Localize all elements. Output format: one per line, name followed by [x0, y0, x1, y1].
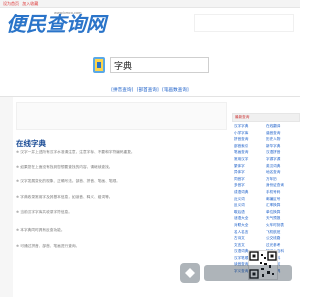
sidebar-link[interactable]: 火车时刻表	[266, 222, 296, 229]
sidebar-link[interactable]: 身份证查询	[266, 182, 296, 189]
sidebar-title: 最新查询	[235, 115, 250, 119]
logo-domain: www.bmcx.com	[54, 11, 82, 15]
sidebar-link[interactable]: 古诗文	[234, 235, 264, 242]
paragraph-5: ※ 当前汉字字库共收录字符信息。	[16, 210, 72, 214]
sidebar-link[interactable]: 近义词	[234, 196, 264, 203]
page-title: 在线字典	[16, 139, 46, 148]
sidebar-link[interactable]: 常用汉字	[234, 156, 264, 163]
sidebar-header: 最新查询	[232, 113, 300, 122]
sidebar-link[interactable]: 对联大全	[234, 222, 264, 229]
sidebar-link[interactable]: 万年历	[266, 176, 296, 183]
sidebar-link[interactable]: 异体字	[234, 169, 264, 176]
query-type-links: [拼音查询] [部首查询] [笔画数查询]	[0, 87, 300, 93]
sidebar-link[interactable]: 歇后语	[234, 209, 264, 216]
sidebar-link[interactable]: 公交线路	[266, 235, 296, 242]
sidebar-link[interactable]: 邮编区号	[266, 196, 296, 203]
sidebar-link[interactable]: 字源字源	[266, 156, 296, 163]
sidebar-link[interactable]: 过光参考	[266, 242, 296, 249]
sidebar-link[interactable]: 汉语拼音	[266, 149, 296, 156]
sidebar-link[interactable]: 单位换算	[266, 209, 296, 216]
sidebar-link[interactable]: 部首索引	[234, 143, 264, 150]
sidebar-link[interactable]: 汇率换算	[266, 202, 296, 209]
sidebar-link[interactable]: 同音字	[234, 176, 264, 183]
banner-ad-space	[16, 102, 227, 130]
search-input[interactable]: 字典	[110, 57, 209, 73]
search-area: 字典	[92, 50, 209, 80]
sidebar-link[interactable]: 在线翻译	[266, 123, 296, 130]
sidebar-link[interactable]: 多音字	[234, 182, 264, 189]
top-ad-space	[194, 14, 294, 32]
sidebar-link[interactable]: 谐音查询	[266, 130, 296, 137]
sidebar-link[interactable]: 手机号码	[266, 189, 296, 196]
add-favorite-link[interactable]: 加入收藏	[22, 1, 38, 6]
sidebar-link[interactable]: 拼音查询	[234, 136, 264, 143]
sidebar-link[interactable]: 笔画查询	[234, 149, 264, 156]
sidebar-link[interactable]: 新华字典	[266, 143, 296, 150]
top-links: 设为首页 加入收藏	[3, 0, 40, 7]
set-homepage-link[interactable]: 设为首页	[3, 1, 19, 6]
divider	[0, 96, 300, 97]
paragraph-3: ※ 汉字发展变化的现象、正确写法。部首、拼音、笔画、笔顺。	[16, 179, 120, 183]
paragraph-6: ※ 本字典同时具有反查功能。	[16, 228, 65, 232]
sidebar-link[interactable]: 天气预报	[266, 215, 296, 222]
sidebar-link[interactable]: 小学字库	[234, 130, 264, 137]
sidebar-link[interactable]: 文言文	[234, 242, 264, 249]
paragraph-1: ※ 汉字一并上述所有汉字水准请注意，注意字标、不要和字符编码重复。	[16, 150, 135, 154]
tab-radical-query[interactable]: [部首查询]	[137, 88, 159, 93]
sidebar-link[interactable]: 谜语大全	[234, 215, 264, 222]
logo-text: 便民查询网	[6, 12, 109, 36]
dictionary-book-icon	[93, 57, 105, 73]
search-input-value: 字典	[114, 62, 133, 72]
sidebar-link[interactable]: 汉字字典	[234, 123, 264, 130]
sidebar-link[interactable]: 繁体字	[234, 163, 264, 170]
paragraph-2: ※ 如果您在上面没有找到您想要查找的内容，请继续查找。	[16, 165, 113, 169]
sidebar-link[interactable]: 历史人物	[266, 136, 296, 143]
tab-pinyin-query[interactable]: [拼音查询]	[111, 88, 133, 93]
sidebar-link[interactable]: 飞机航班	[266, 229, 296, 236]
paragraph-7: ※ 可通过拼音、部首、笔画进行查询。	[16, 244, 80, 248]
tab-stroke-query[interactable]: [笔画数查询]	[162, 88, 189, 93]
sidebar-link[interactable]: 反义词	[234, 202, 264, 209]
sidebar-link[interactable]: 地名查询	[266, 169, 296, 176]
top-bar: 设为首页 加入收藏	[0, 0, 300, 8]
main-content: 在线字典 ※ 汉字一并上述所有汉字水准请注意，注意字标、不要和字符编码重复。 ※…	[16, 100, 227, 295]
sidebar-link[interactable]: 名人名言	[234, 229, 264, 236]
left-gutter	[0, 97, 13, 297]
qr-code	[248, 250, 278, 280]
paragraph-4: ※ 字典收录常用字及其基本信息，如读音、释义、组词等。	[16, 195, 113, 199]
sidebar-link[interactable]: 成语词典	[234, 189, 264, 196]
sidebar-link[interactable]: 英汉词典	[266, 163, 296, 170]
